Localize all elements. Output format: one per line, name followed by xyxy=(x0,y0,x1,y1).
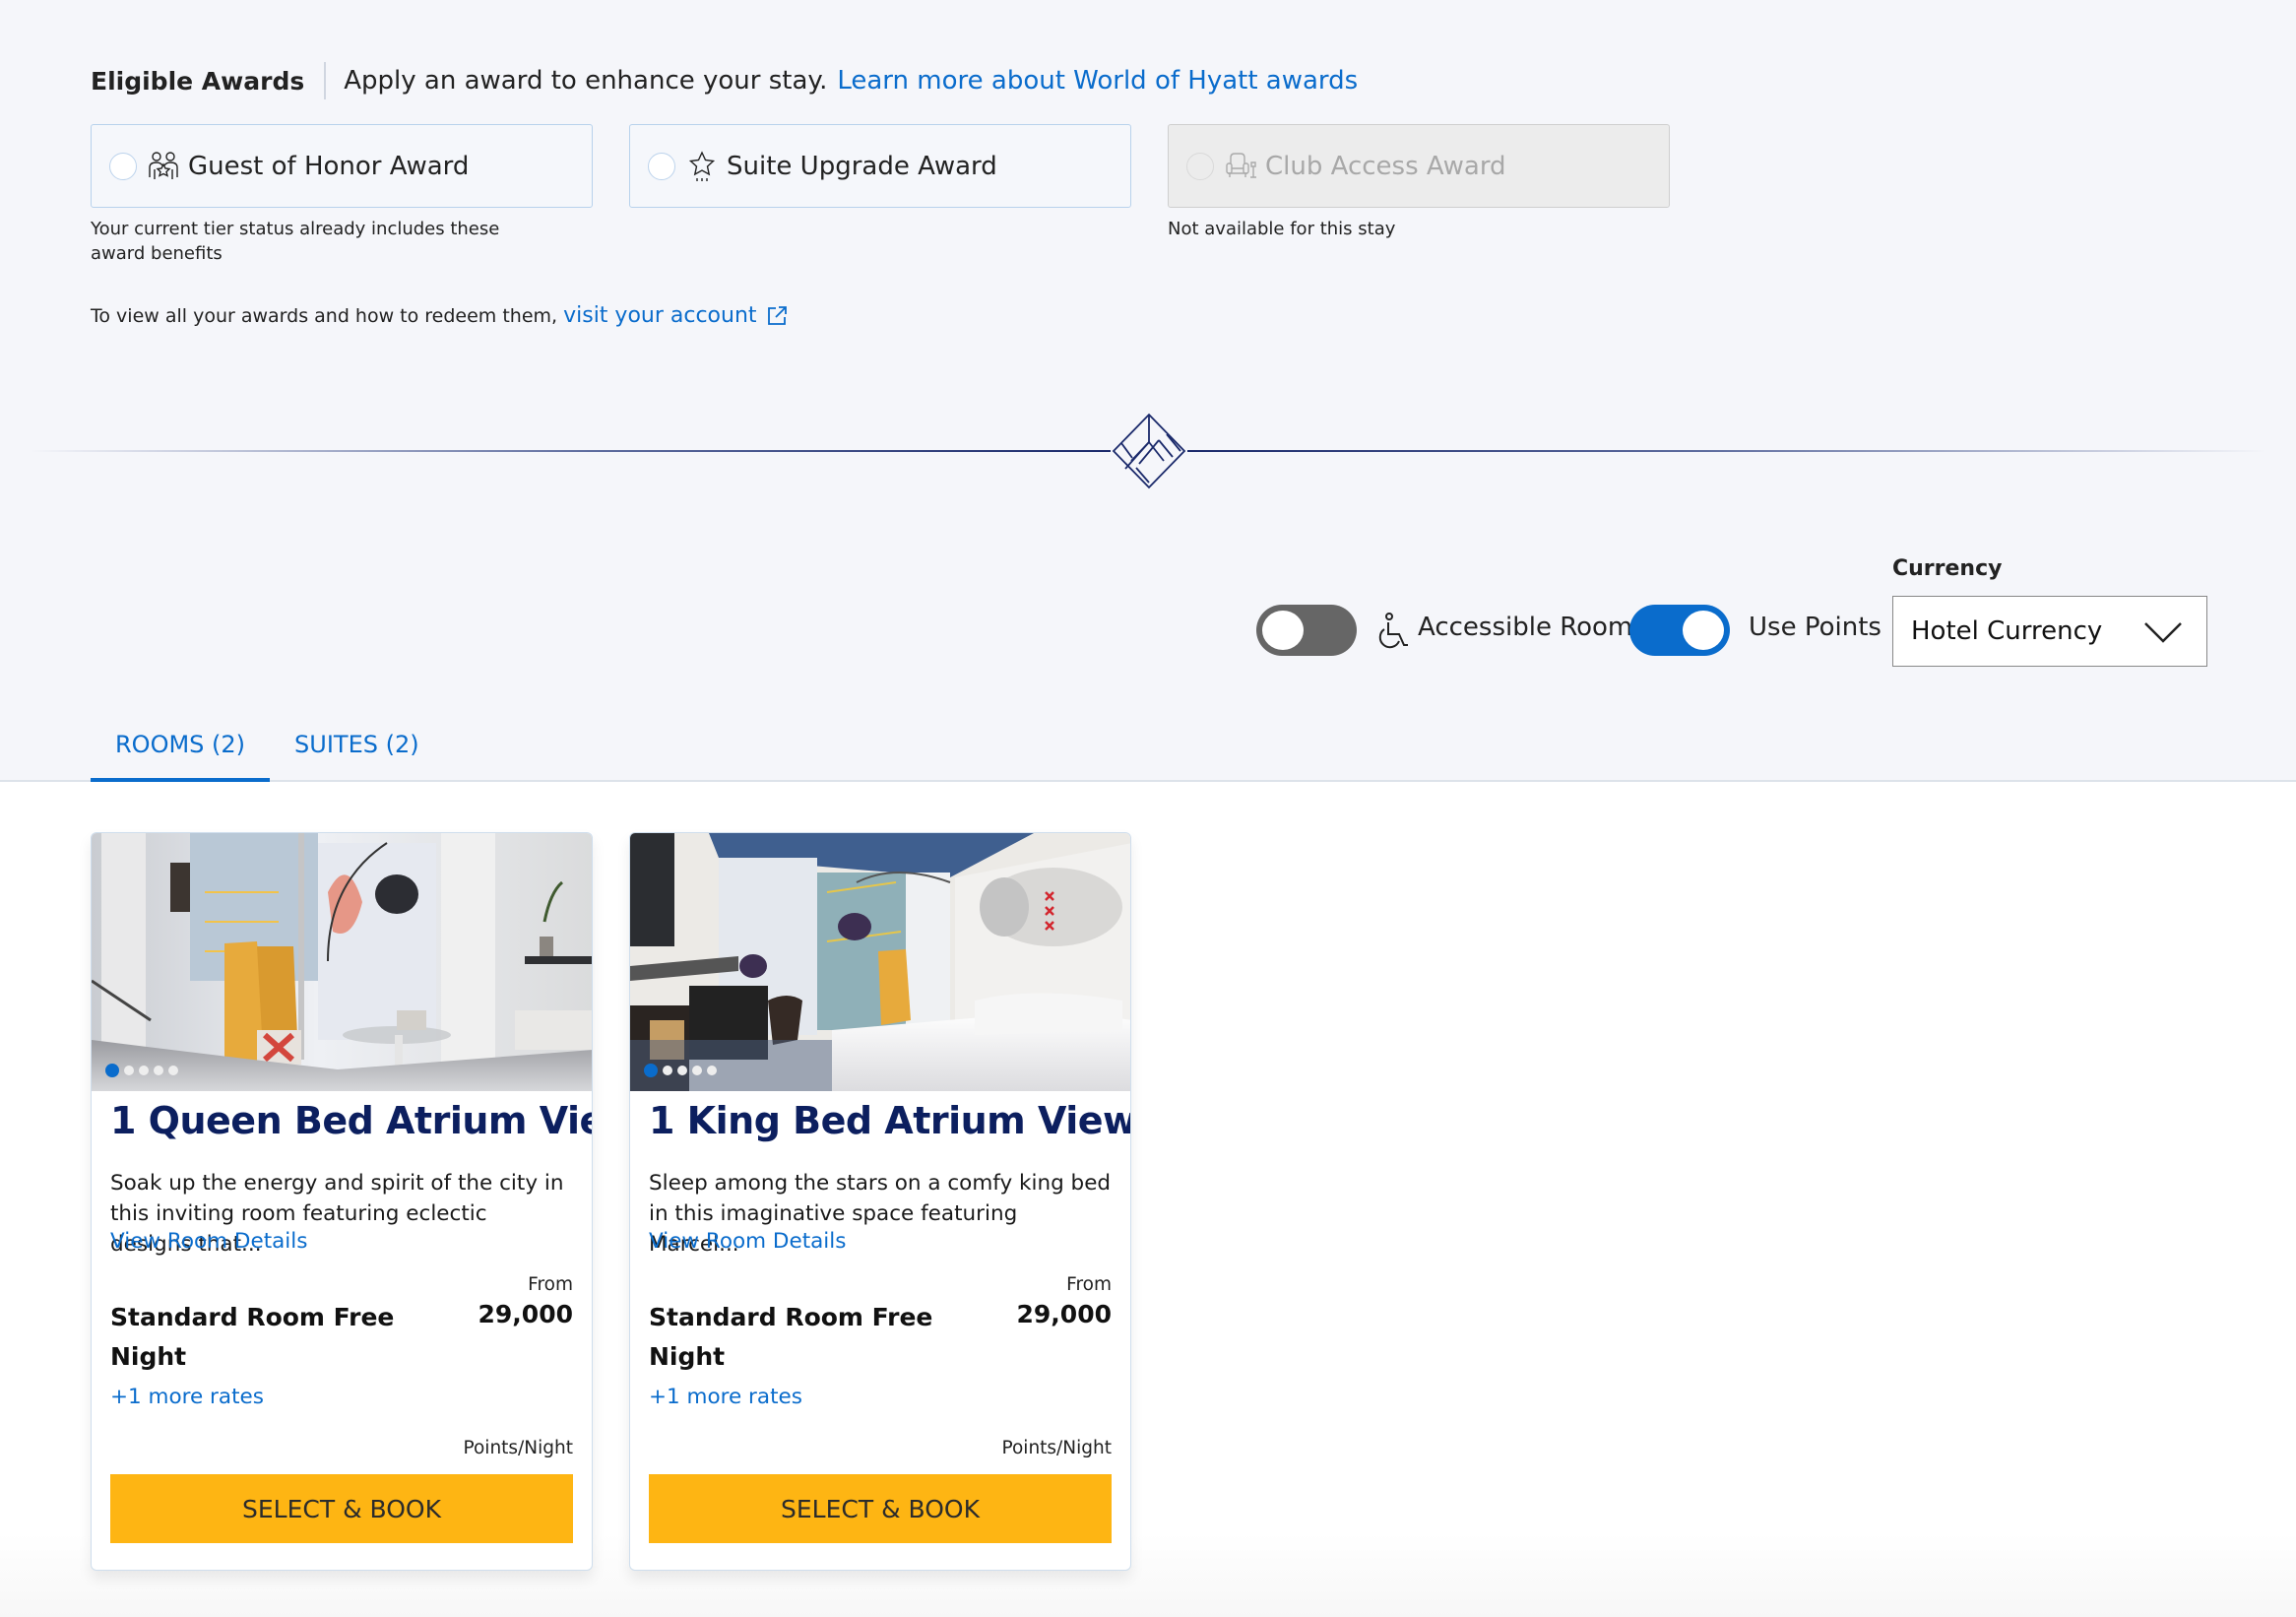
account-prefix: To view all your awards and how to redee… xyxy=(91,304,558,327)
currency-value: Hotel Currency xyxy=(1911,616,2103,646)
carousel-dot[interactable] xyxy=(644,1064,658,1077)
room-photo-carousel[interactable] xyxy=(630,833,1130,1091)
points-per-night-label: Points/Night xyxy=(1001,1438,1112,1458)
tier-status-note: Your current tier status already include… xyxy=(91,219,500,264)
room-card: 1 King Bed Atrium View Sleep among the s… xyxy=(629,832,1131,1571)
awards-intro: Apply an award to enhance your stay. xyxy=(344,66,828,96)
use-points-label: Use Points xyxy=(1749,613,1881,642)
carousel-dots xyxy=(105,1064,178,1077)
room-photo-carousel[interactable] xyxy=(92,833,592,1091)
points-per-night-label: Points/Night xyxy=(463,1438,573,1458)
carousel-dot[interactable] xyxy=(124,1066,134,1075)
carousel-dot[interactable] xyxy=(707,1066,717,1075)
use-points-toggle[interactable] xyxy=(1629,605,1730,656)
visit-account-link[interactable]: visit your account xyxy=(563,303,756,328)
room-type-tabs: ROOMS (2) SUITES (2) xyxy=(91,719,444,782)
award-radio[interactable] xyxy=(648,152,675,180)
tab-rooms[interactable]: ROOMS (2) xyxy=(91,719,271,782)
room-card: 1 Queen Bed Atrium View Soak up the ener… xyxy=(91,832,593,1571)
currency-label: Currency xyxy=(1892,556,2003,581)
more-rates-link[interactable]: +1 more rates xyxy=(649,1385,802,1409)
unavailable-note: Not available for this stay xyxy=(1168,219,1396,239)
hyatt-diamond-emblem-icon xyxy=(1111,412,1187,490)
more-rates-link[interactable]: +1 more rates xyxy=(110,1385,264,1409)
accessible-room-label: Accessible Room xyxy=(1418,613,1633,642)
currency-select[interactable]: Hotel Currency xyxy=(1892,596,2207,667)
select-and-book-button[interactable]: SELECT & BOOK xyxy=(649,1474,1112,1543)
award-label: Club Access Award xyxy=(1265,151,1506,181)
award-option-club-access: Club Access Award xyxy=(1168,124,1670,208)
carousel-dot[interactable] xyxy=(663,1066,672,1075)
award-option-suite-upgrade[interactable]: Suite Upgrade Award xyxy=(629,124,1131,208)
tab-suites[interactable]: SUITES (2) xyxy=(270,719,444,782)
awards-title: Eligible Awards xyxy=(91,66,305,96)
rate-price: 29,000 xyxy=(478,1300,573,1328)
room-photo-king xyxy=(630,833,1130,1091)
carousel-dot[interactable] xyxy=(168,1066,178,1075)
award-radio[interactable] xyxy=(109,152,137,180)
carousel-dot[interactable] xyxy=(677,1066,687,1075)
room-title: 1 Queen Bed Atrium View xyxy=(110,1099,593,1142)
rate-name: Standard Room Free Night xyxy=(649,1303,933,1371)
award-label: Suite Upgrade Award xyxy=(727,151,997,181)
carousel-dots xyxy=(644,1064,717,1077)
external-link-icon[interactable] xyxy=(766,305,788,327)
rate-from-label: From xyxy=(528,1274,573,1295)
view-room-details-link[interactable]: View Room Details xyxy=(649,1229,846,1254)
rate-name: Standard Room Free Night xyxy=(110,1303,395,1371)
rate-price: 29,000 xyxy=(1016,1300,1112,1328)
view-room-details-link[interactable]: View Room Details xyxy=(110,1229,307,1254)
toggle-knob xyxy=(1683,611,1724,650)
club-access-armchair-icon xyxy=(1226,152,1256,178)
awards-header: Eligible Awards Apply an award to enhanc… xyxy=(91,61,1358,100)
carousel-dot[interactable] xyxy=(692,1066,702,1075)
award-label: Guest of Honor Award xyxy=(188,151,470,181)
learn-more-awards-link[interactable]: Learn more about World of Hyatt awards xyxy=(837,66,1358,96)
guest-of-honor-icon xyxy=(149,151,178,179)
rate-from-label: From xyxy=(1066,1274,1112,1295)
award-option-guest-of-honor[interactable]: Guest of Honor Award xyxy=(91,124,593,208)
carousel-dot[interactable] xyxy=(154,1066,163,1075)
header-divider xyxy=(324,62,327,99)
toggle-knob xyxy=(1262,611,1304,650)
select-and-book-button[interactable]: SELECT & BOOK xyxy=(110,1474,573,1543)
room-title: 1 King Bed Atrium View xyxy=(649,1099,1131,1142)
carousel-dot[interactable] xyxy=(105,1064,119,1077)
chevron-down-icon xyxy=(2144,622,2182,643)
wheelchair-icon xyxy=(1378,613,1408,649)
suite-upgrade-star-icon xyxy=(688,150,716,181)
accessible-room-toggle[interactable] xyxy=(1256,605,1357,656)
room-photo-queen xyxy=(92,833,592,1091)
award-radio xyxy=(1186,152,1214,180)
carousel-dot[interactable] xyxy=(139,1066,149,1075)
account-line: To view all your awards and how to redee… xyxy=(91,303,788,328)
